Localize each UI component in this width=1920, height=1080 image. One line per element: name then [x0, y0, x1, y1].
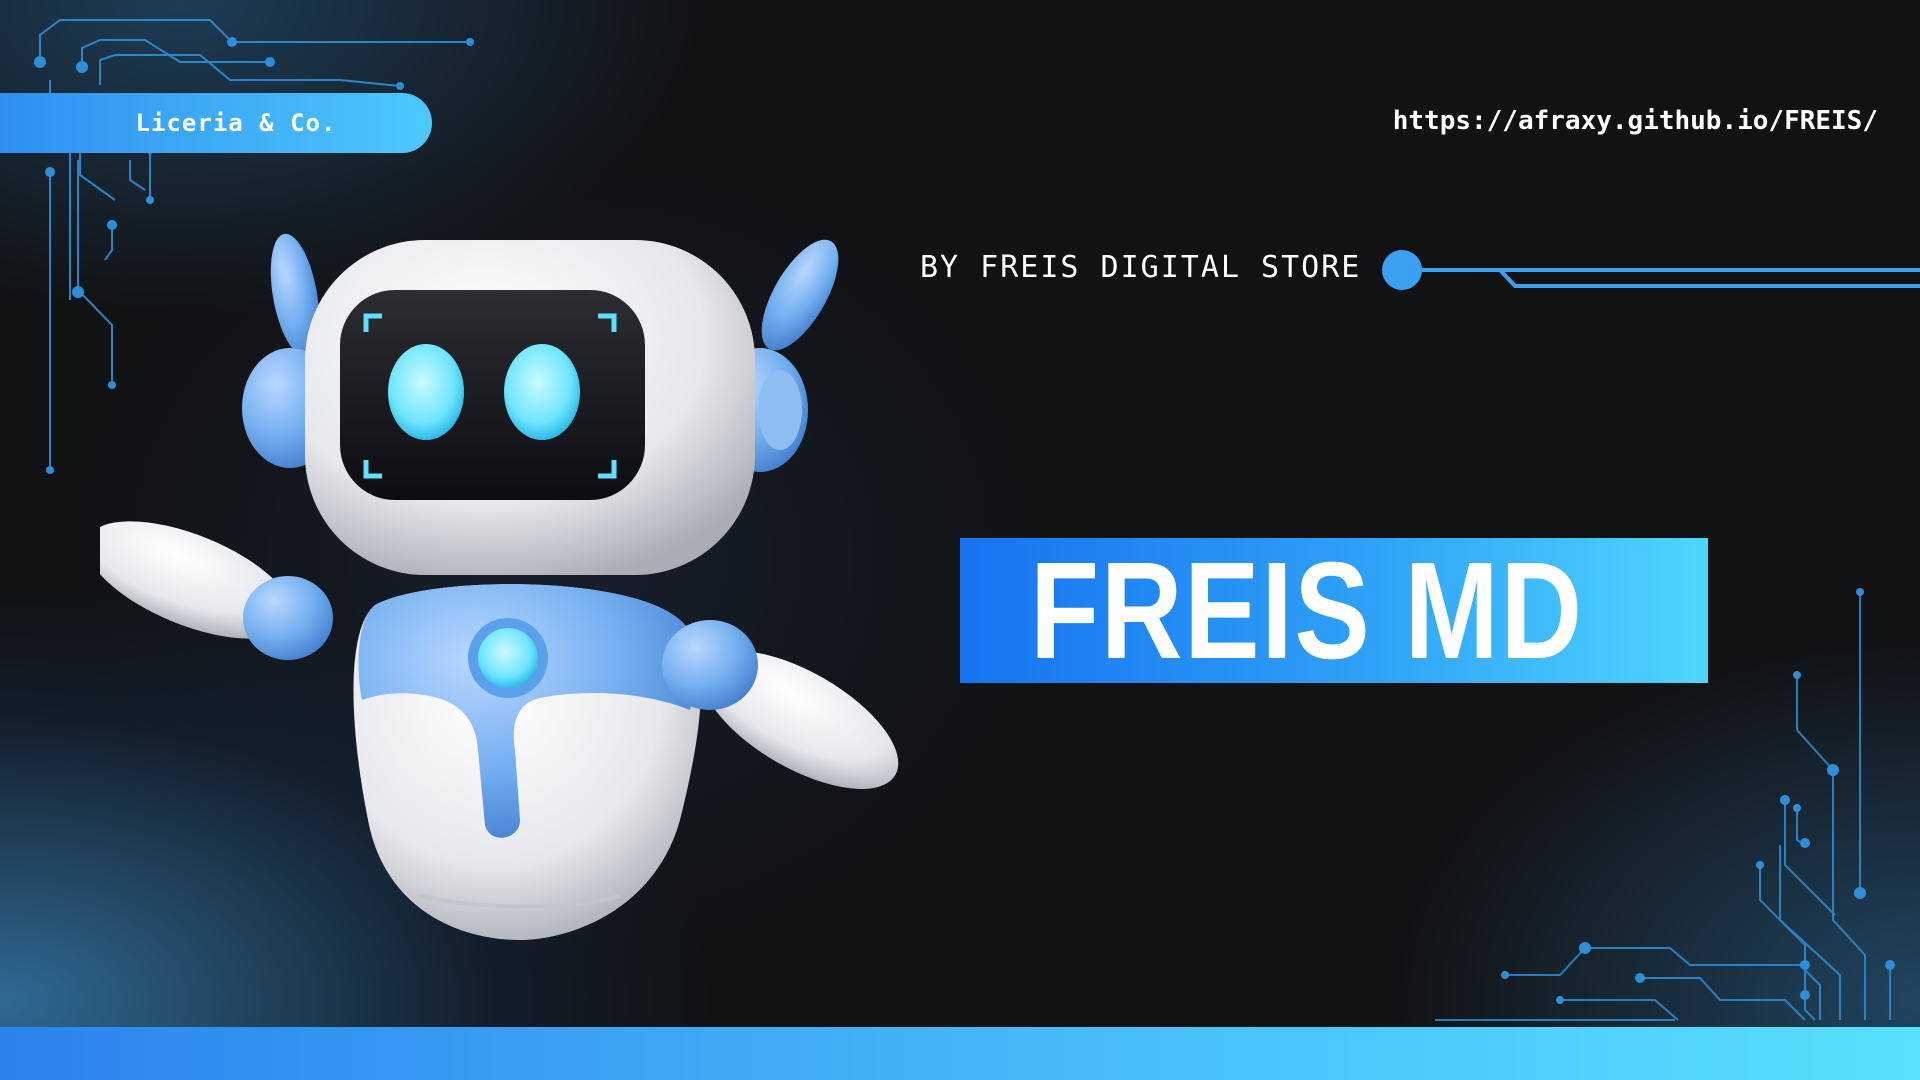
- brand-badge: Liceria & Co.: [0, 93, 432, 153]
- robot-antenna-right: [761, 239, 839, 351]
- banner: Liceria & Co. https://afraxy.github.io/F…: [0, 0, 1920, 1080]
- robot-arm-right: [662, 620, 899, 789]
- byline: BY FREIS DIGITAL STORE: [920, 250, 1362, 285]
- page-title: FREIS MD: [1030, 534, 1584, 688]
- website-url[interactable]: https://afraxy.github.io/FREIS/: [1393, 106, 1878, 136]
- connector-line: [1382, 250, 1920, 290]
- bottom-accent-bar: [0, 1027, 1920, 1080]
- robot-mascot-illustration: [100, 233, 899, 940]
- brand-label: Liceria & Co.: [135, 109, 337, 137]
- robot-arm-left: [100, 521, 333, 660]
